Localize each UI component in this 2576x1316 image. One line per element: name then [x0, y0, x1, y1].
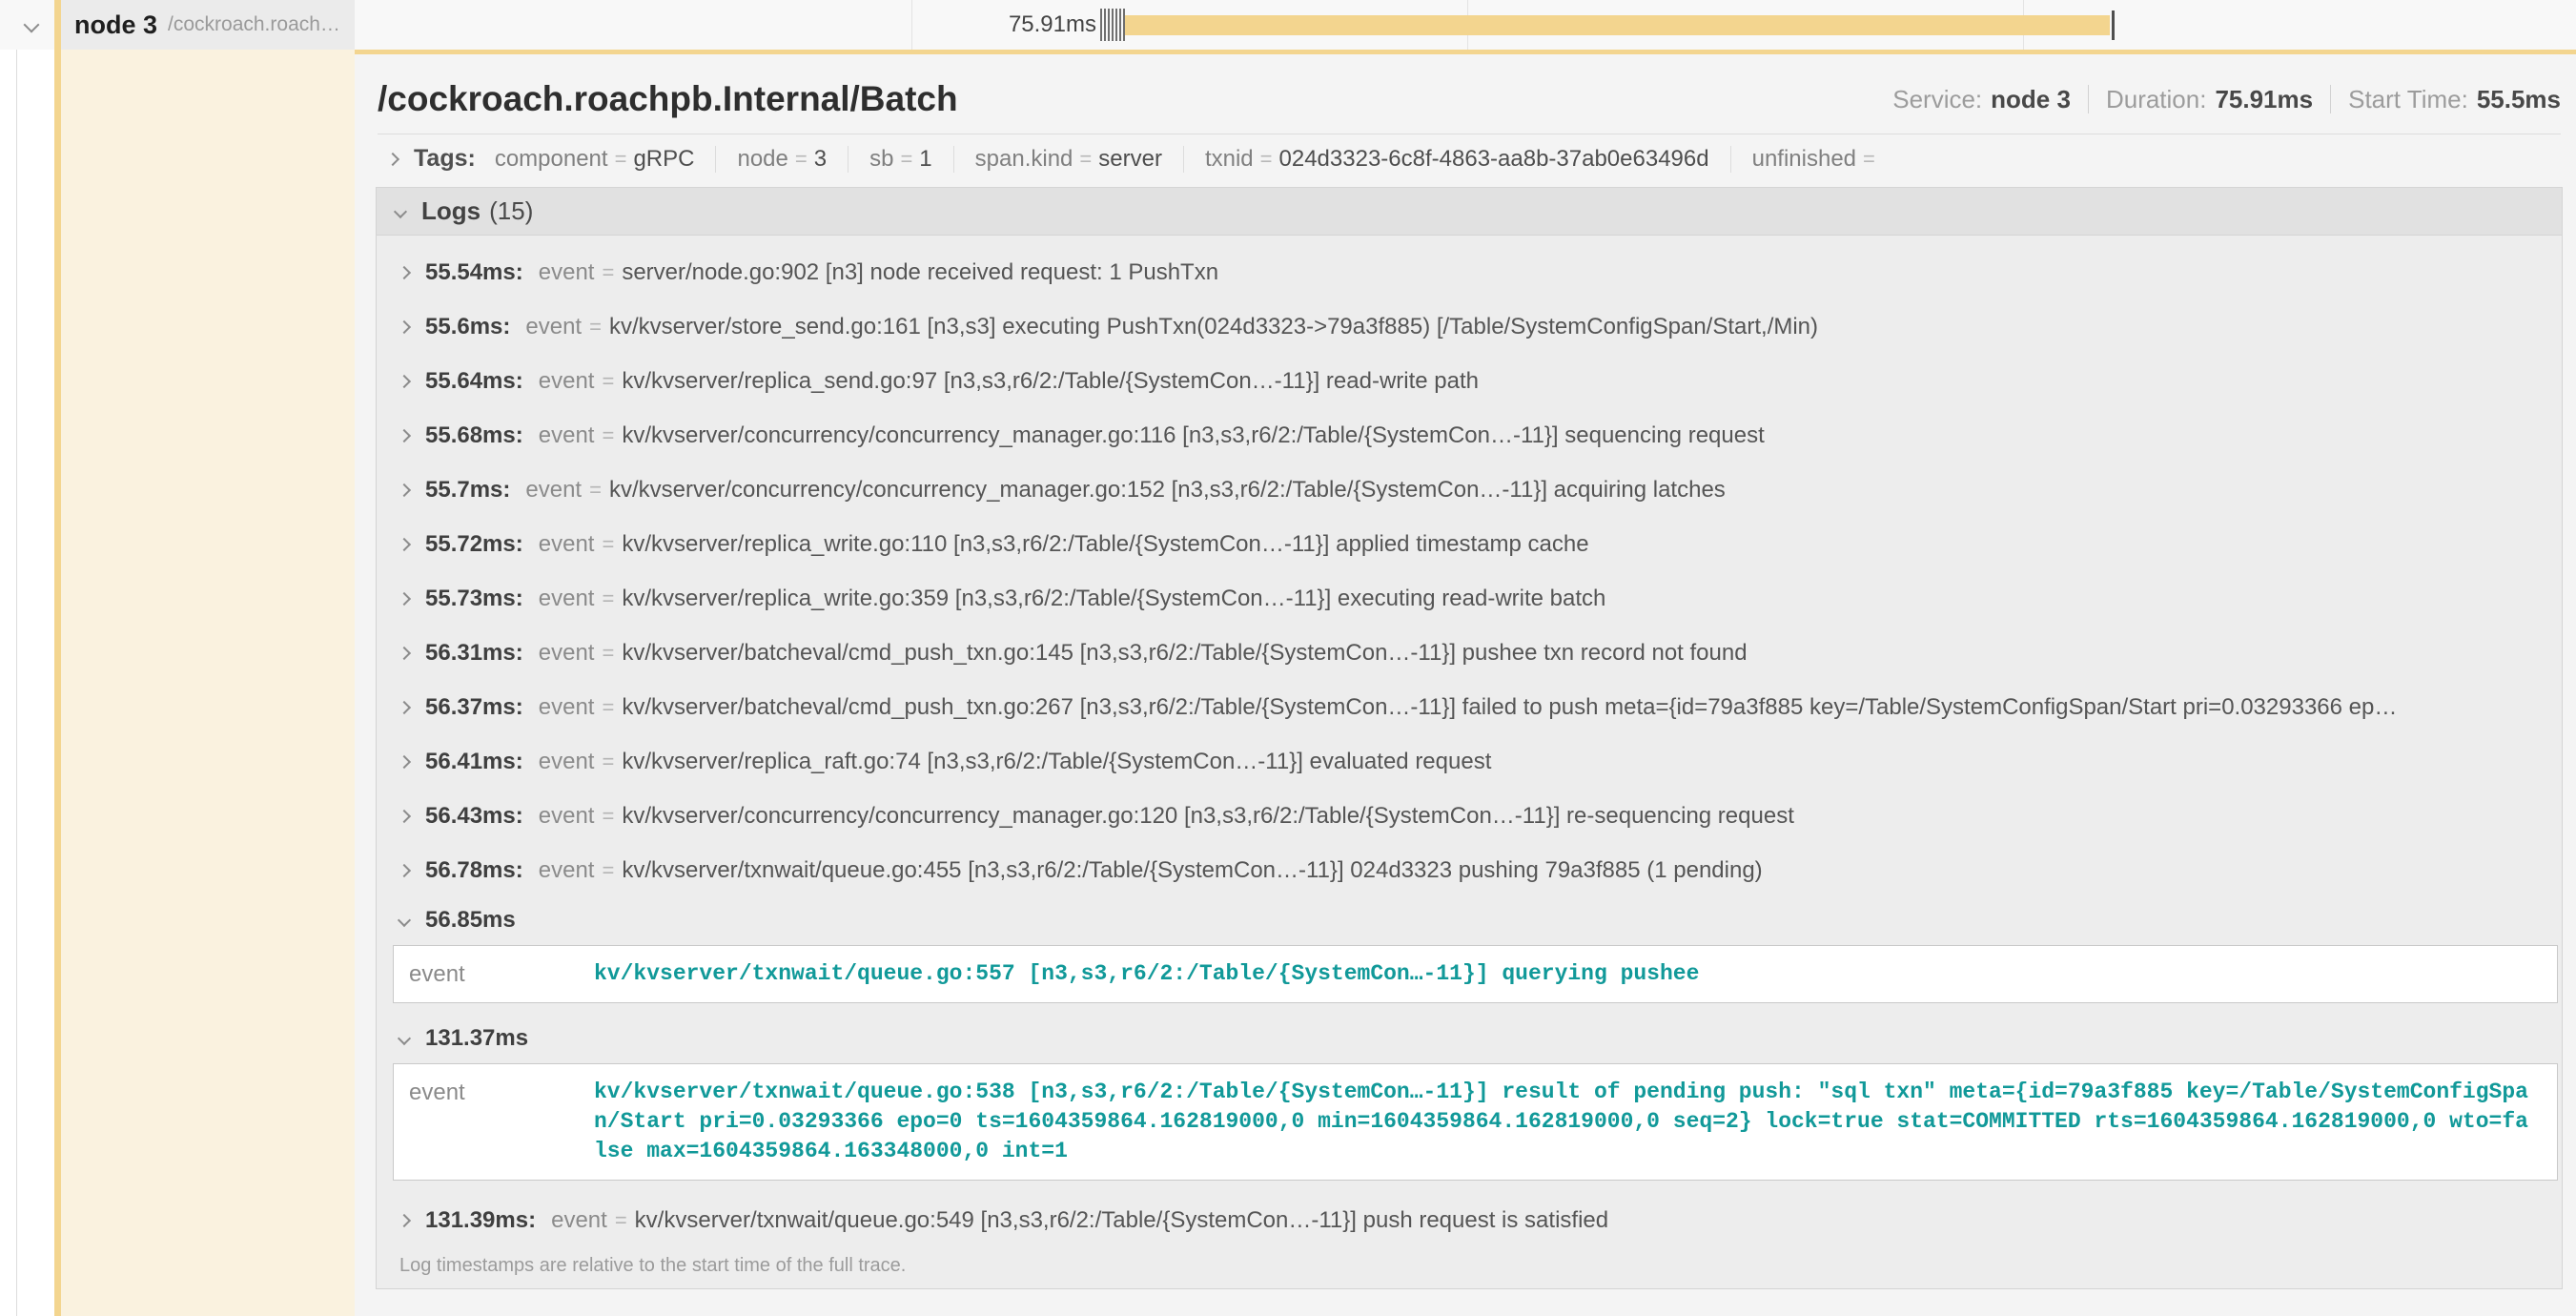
- logs-count: (15): [489, 196, 533, 226]
- log-entry-expanded: 56.85ms event kv/kvserver/txnwait/queue.…: [377, 897, 2562, 1003]
- span-name-tab[interactable]: node 3 /cockroach.roach…: [61, 0, 355, 50]
- chevron-right-icon: [386, 152, 399, 165]
- start-time-label: Start Time:: [2348, 85, 2468, 114]
- duration-label: Duration:: [2106, 85, 2207, 114]
- collapse-span-chevron-down-icon[interactable]: [24, 17, 40, 33]
- log-fields-card: event kv/kvserver/txnwait/queue.go:557 […: [393, 945, 2558, 1003]
- log-row[interactable]: 55.72ms: event = kv/kvserver/replica_wri…: [377, 517, 2562, 571]
- span-detail-panel: /cockroach.roachpb.Internal/Batch Servic…: [355, 50, 2576, 1316]
- log-row[interactable]: 56.78ms: event = kv/kvserver/txnwait/que…: [377, 843, 2562, 897]
- meta-divider: [2330, 85, 2331, 113]
- service-label: Service:: [1892, 85, 1982, 114]
- span-meta: Service: node 3 Duration: 75.91ms Start …: [1892, 85, 2561, 114]
- chevron-right-icon: [398, 700, 411, 713]
- tag-item: sb=1: [848, 146, 953, 173]
- logs-title: Logs: [421, 196, 480, 226]
- logs-accordion-header[interactable]: Logs (15): [377, 188, 2562, 236]
- log-row[interactable]: 55.54ms: event = server/node.go:902 [n3]…: [377, 245, 2562, 299]
- span-duration-label: 75.91ms: [944, 0, 1096, 50]
- log-marker-ticks: [1100, 9, 1125, 41]
- tags-label: Tags:: [414, 145, 476, 173]
- log-field-value: kv/kvserver/txnwait/queue.go:538 [n3,s3,…: [594, 1078, 2557, 1166]
- log-row[interactable]: 131.39ms: event = kv/kvserver/txnwait/qu…: [377, 1193, 2562, 1247]
- span-detail-header: /cockroach.roachpb.Internal/Batch Servic…: [376, 54, 2563, 119]
- chevron-right-icon: [398, 537, 411, 550]
- chevron-right-icon: [398, 754, 411, 768]
- chevron-right-icon: [398, 863, 411, 876]
- span-end-log-marker: [2112, 10, 2115, 40]
- log-row[interactable]: 56.37ms: event = kv/kvserver/batcheval/c…: [377, 680, 2562, 734]
- chevron-down-icon: [398, 914, 411, 927]
- chevron-right-icon: [398, 591, 411, 605]
- span-operation-title: /cockroach.roachpb.Internal/Batch: [378, 79, 958, 119]
- log-field-name: event: [394, 959, 594, 989]
- tag-item: txnid=024d3323-6c8f-4863-aa8b-37ab0e6349…: [1183, 146, 1730, 173]
- logs-section: Logs (15) 55.54ms: event = server/node.g…: [376, 187, 2563, 1289]
- log-entry-expanded-header[interactable]: 131.37ms: [377, 1016, 2562, 1061]
- span-duration-bar[interactable]: [1125, 15, 2110, 35]
- meta-divider: [2088, 85, 2089, 113]
- chevron-right-icon: [398, 374, 411, 387]
- log-row[interactable]: 55.73ms: event = kv/kvserver/replica_wri…: [377, 571, 2562, 626]
- log-row[interactable]: 56.41ms: event = kv/kvserver/replica_raf…: [377, 734, 2562, 789]
- tags-list: component=gRPC node=3 sb=1 span.kind=ser…: [495, 146, 1903, 173]
- span-color-accent-bar: [54, 0, 61, 1316]
- tag-item: component=gRPC: [495, 146, 716, 173]
- start-time-value: 55.5ms: [2477, 85, 2561, 114]
- log-field-value: kv/kvserver/txnwait/queue.go:557 [n3,s3,…: [594, 959, 2557, 989]
- chevron-down-icon: [398, 1032, 411, 1045]
- log-entry-expanded: 131.37ms event kv/kvserver/txnwait/queue…: [377, 1016, 2562, 1181]
- span-service-name: node 3: [74, 10, 157, 40]
- chevron-right-icon: [398, 809, 411, 822]
- log-entry-expanded-header[interactable]: 56.85ms: [377, 897, 2562, 943]
- log-field-name: event: [394, 1078, 594, 1107]
- chevron-right-icon: [398, 428, 411, 442]
- log-row[interactable]: 56.31ms: event = kv/kvserver/batcheval/c…: [377, 626, 2562, 680]
- tag-item: span.kind=server: [953, 146, 1183, 173]
- chevron-right-icon: [398, 483, 411, 496]
- log-fields-card: event kv/kvserver/txnwait/queue.go:538 […: [393, 1063, 2558, 1181]
- span-operation-name-truncated: /cockroach.roach…: [168, 13, 340, 36]
- log-row[interactable]: 55.64ms: event = kv/kvserver/replica_sen…: [377, 354, 2562, 408]
- chevron-right-icon: [398, 319, 411, 333]
- timeline-gridline: [911, 0, 912, 50]
- log-row[interactable]: 55.6ms: event = kv/kvserver/store_send.g…: [377, 299, 2562, 354]
- chevron-down-icon: [394, 204, 407, 217]
- chevron-right-icon: [398, 265, 411, 278]
- chevron-right-icon: [398, 1213, 411, 1226]
- log-row[interactable]: 55.7ms: event = kv/kvserver/concurrency/…: [377, 463, 2562, 517]
- logs-body: 55.54ms: event = server/node.go:902 [n3]…: [377, 236, 2562, 1288]
- tags-accordion-header[interactable]: Tags: component=gRPC node=3 sb=1 span.ki…: [376, 134, 2563, 183]
- duration-value: 75.91ms: [2215, 85, 2313, 114]
- log-row[interactable]: 55.68ms: event = kv/kvserver/concurrency…: [377, 408, 2562, 463]
- chevron-right-icon: [398, 646, 411, 659]
- service-value: node 3: [1991, 85, 2071, 114]
- span-row-highlight-panel: [61, 50, 355, 1316]
- timeline-header-row: node 3 /cockroach.roach… 75.91ms: [0, 0, 2576, 50]
- log-row[interactable]: 56.43ms: event = kv/kvserver/concurrency…: [377, 789, 2562, 843]
- gutter-divider-line: [16, 0, 17, 1316]
- tag-item: node=3: [715, 146, 848, 173]
- logs-footer-note: Log timestamps are relative to the start…: [377, 1247, 2562, 1288]
- tag-item: unfinished=: [1730, 146, 1903, 173]
